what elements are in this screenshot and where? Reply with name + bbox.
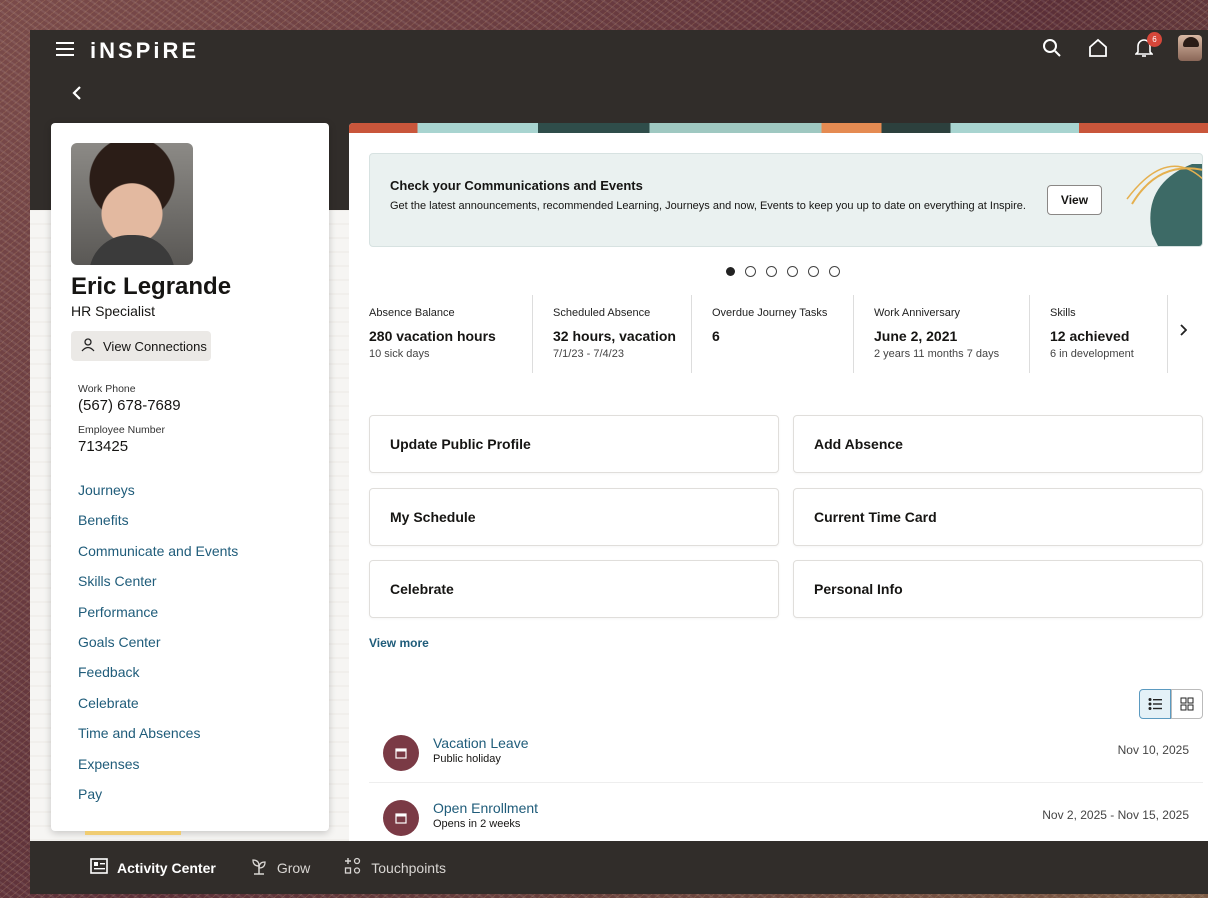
metric-value: 6 bbox=[712, 328, 720, 344]
nav-benefits[interactable]: Benefits bbox=[78, 512, 238, 542]
bottom-nav-activity-center[interactable]: Activity Center bbox=[85, 831, 216, 877]
carousel-dot[interactable] bbox=[745, 266, 756, 277]
metric-scheduled-absence[interactable]: Scheduled Absence 32 hours, vacation 7/1… bbox=[533, 295, 692, 373]
metric-value: 32 hours, vacation bbox=[553, 328, 676, 344]
activity-title[interactable]: Vacation Leave bbox=[433, 735, 528, 751]
app-window: iNSPiRE 6 Eric Legrande HR Specialist Vi… bbox=[30, 30, 1208, 894]
tile-personal-info[interactable]: Personal Info bbox=[793, 560, 1203, 618]
work-phone-value: (567) 678-7689 bbox=[78, 397, 181, 414]
nav-performance[interactable]: Performance bbox=[78, 604, 238, 634]
tile-update-public-profile[interactable]: Update Public Profile bbox=[369, 415, 779, 473]
employee-number-value: 713425 bbox=[78, 438, 129, 455]
metric-sub: 7/1/23 - 7/4/23 bbox=[553, 348, 624, 360]
grid-view-icon[interactable] bbox=[1171, 689, 1203, 719]
app-brand-logo[interactable]: iNSPiRE bbox=[90, 38, 199, 64]
nav-goals-center[interactable]: Goals Center bbox=[78, 634, 238, 664]
bottom-nav: Activity Center Grow Touchpoints bbox=[30, 831, 1208, 894]
back-icon[interactable] bbox=[72, 84, 82, 107]
view-connections-label: View Connections bbox=[103, 338, 207, 354]
view-toggle bbox=[1139, 689, 1203, 719]
announcement-title: Check your Communications and Events bbox=[390, 178, 643, 193]
home-icon[interactable] bbox=[1086, 36, 1110, 60]
nav-celebrate[interactable]: Celebrate bbox=[78, 695, 238, 725]
carousel-dots bbox=[726, 266, 840, 277]
metric-overdue-journey-tasks[interactable]: Overdue Journey Tasks 6 bbox=[692, 295, 854, 373]
tile-my-schedule[interactable]: My Schedule bbox=[369, 488, 779, 546]
tile-current-time-card[interactable]: Current Time Card bbox=[793, 488, 1203, 546]
employee-number-label: Employee Number bbox=[78, 424, 165, 436]
activity-row[interactable]: Open Enrollment Opens in 2 weeks Nov 2, … bbox=[369, 786, 1203, 843]
metrics-strip: Absence Balance 280 vacation hours 10 si… bbox=[369, 295, 1168, 373]
metric-label: Work Anniversary bbox=[874, 307, 960, 319]
decorative-banner bbox=[349, 123, 1208, 133]
nav-expenses[interactable]: Expenses bbox=[78, 756, 238, 786]
tile-celebrate[interactable]: Celebrate bbox=[369, 560, 779, 618]
bottom-nav-grow[interactable]: Grow bbox=[250, 857, 310, 878]
menu-icon[interactable] bbox=[56, 40, 74, 63]
activity-date: Nov 2, 2025 - Nov 15, 2025 bbox=[1042, 808, 1189, 822]
chevron-right-icon[interactable] bbox=[1179, 323, 1188, 341]
profile-nav: Journeys Benefits Communicate and Events… bbox=[78, 482, 238, 816]
metric-sub: 6 in development bbox=[1050, 348, 1134, 360]
carousel-dot[interactable] bbox=[787, 266, 798, 277]
metric-label: Skills bbox=[1050, 307, 1076, 319]
view-connections-button[interactable]: View Connections bbox=[71, 331, 211, 361]
activity-center-icon bbox=[90, 858, 108, 877]
tile-add-absence[interactable]: Add Absence bbox=[793, 415, 1203, 473]
metric-sub: 10 sick days bbox=[369, 348, 430, 360]
notification-count-badge: 6 bbox=[1147, 32, 1162, 47]
metric-absence-balance[interactable]: Absence Balance 280 vacation hours 10 si… bbox=[369, 295, 533, 373]
view-more-link[interactable]: View more bbox=[369, 636, 429, 650]
carousel-dot[interactable] bbox=[726, 267, 735, 276]
profile-photo bbox=[71, 143, 193, 265]
profile-card: Eric Legrande HR Specialist View Connect… bbox=[51, 123, 329, 831]
announcement-card: Check your Communications and Events Get… bbox=[369, 153, 1203, 247]
user-avatar[interactable] bbox=[1178, 35, 1202, 61]
bottom-nav-touchpoints[interactable]: Touchpoints bbox=[344, 857, 446, 878]
bottom-nav-label: Grow bbox=[276, 859, 311, 876]
carousel-dot[interactable] bbox=[766, 266, 777, 277]
metric-label: Scheduled Absence bbox=[553, 307, 651, 319]
work-phone-label: Work Phone bbox=[78, 383, 136, 395]
person-icon bbox=[81, 337, 95, 355]
announcement-text: Get the latest announcements, recommende… bbox=[390, 200, 1026, 212]
main-panel: Check your Communications and Events Get… bbox=[349, 123, 1208, 843]
search-icon[interactable] bbox=[1040, 36, 1064, 60]
metric-label: Overdue Journey Tasks bbox=[712, 307, 828, 319]
nav-time-absences[interactable]: Time and Absences bbox=[78, 725, 238, 755]
profile-name: Eric Legrande bbox=[71, 273, 232, 300]
activity-title[interactable]: Open Enrollment bbox=[433, 800, 538, 816]
decorative-art bbox=[1126, 164, 1202, 246]
touchpoints-icon bbox=[344, 857, 362, 878]
nav-pay[interactable]: Pay bbox=[78, 786, 238, 816]
metric-label: Absence Balance bbox=[369, 307, 455, 319]
metric-value: 12 achieved bbox=[1050, 328, 1130, 344]
carousel-dot[interactable] bbox=[829, 266, 840, 277]
announcement-view-button[interactable]: View bbox=[1047, 185, 1102, 215]
bottom-nav-label: Touchpoints bbox=[371, 859, 446, 876]
metric-skills[interactable]: Skills 12 achieved 6 in development bbox=[1030, 295, 1168, 373]
activity-date: Nov 10, 2025 bbox=[1117, 743, 1189, 757]
metric-work-anniversary[interactable]: Work Anniversary June 2, 2021 2 years 11… bbox=[854, 295, 1030, 373]
metric-value: 280 vacation hours bbox=[369, 328, 496, 344]
nav-journeys[interactable]: Journeys bbox=[78, 482, 238, 512]
metric-sub: 2 years 11 months 7 days bbox=[874, 348, 1000, 360]
nav-skills-center[interactable]: Skills Center bbox=[78, 573, 238, 603]
activity-row[interactable]: Vacation Leave Public holiday Nov 10, 20… bbox=[369, 721, 1203, 783]
nav-communicate-events[interactable]: Communicate and Events bbox=[78, 543, 238, 573]
activity-subtitle: Opens in 2 weeks bbox=[433, 818, 521, 830]
bottom-nav-label: Activity Center bbox=[117, 859, 216, 876]
metric-value: June 2, 2021 bbox=[874, 328, 958, 344]
profile-role: HR Specialist bbox=[71, 303, 156, 319]
calendar-event-icon bbox=[383, 735, 419, 771]
activity-subtitle: Public holiday bbox=[433, 753, 501, 765]
grow-icon bbox=[250, 857, 268, 878]
list-view-icon[interactable] bbox=[1139, 689, 1171, 719]
notifications-bell-icon[interactable]: 6 bbox=[1132, 32, 1162, 60]
calendar-event-icon bbox=[383, 800, 419, 836]
nav-feedback[interactable]: Feedback bbox=[78, 664, 238, 694]
carousel-dot[interactable] bbox=[808, 266, 819, 277]
